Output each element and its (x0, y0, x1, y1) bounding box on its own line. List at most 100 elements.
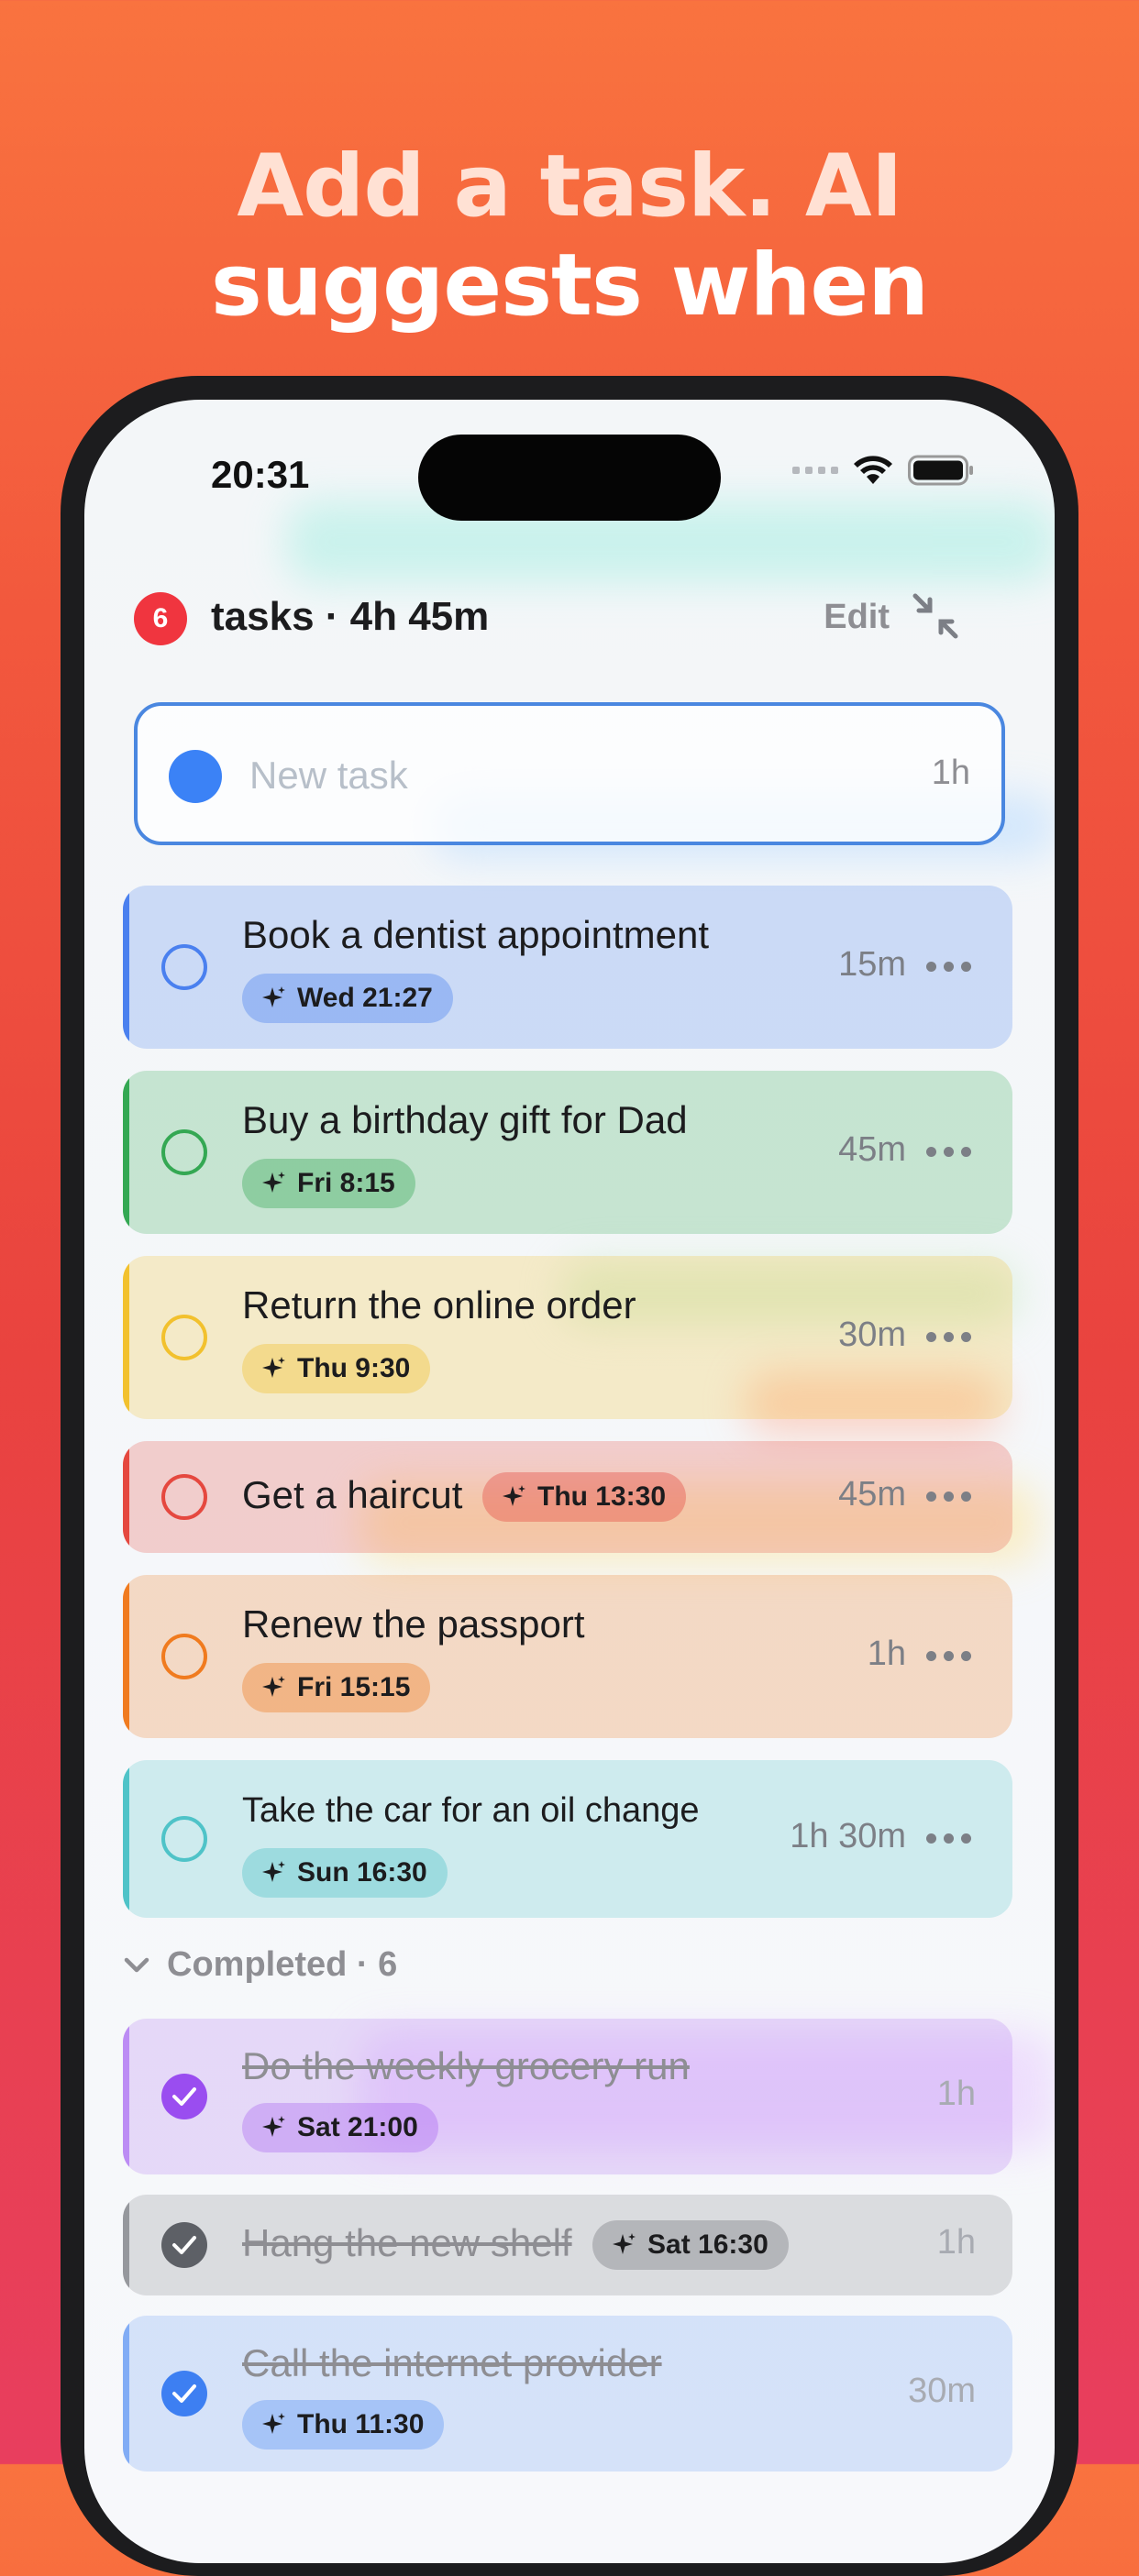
edit-button[interactable]: Edit (824, 598, 890, 637)
task-title: Do the weekly grocery run (242, 2044, 690, 2087)
status-icons (792, 455, 974, 486)
task-title: Book a dentist appointment (242, 913, 710, 956)
suggested-time: Sun 16:30 (297, 1857, 427, 1888)
sparkle-icon (262, 2116, 285, 2137)
suggested-time: Thu 13:30 (537, 1481, 667, 1512)
suggested-time-chip[interactable]: Wed 21:27 (242, 974, 453, 1023)
suggested-time-chip[interactable]: Fri 15:15 (242, 1663, 431, 1712)
task-duration[interactable]: 45m (838, 1130, 906, 1170)
task-duration[interactable]: 15m (838, 945, 906, 985)
completed-task-row[interactable]: Call the internet provider Thu 11:30 30m (123, 2316, 1012, 2471)
task-list-header: 6 tasks · 4h 45m Edit (134, 583, 1014, 647)
task-summary-title: tasks · 4h 45m (211, 594, 490, 639)
task-duration: 1h (936, 2223, 976, 2262)
checkmark-icon (172, 2384, 196, 2403)
new-task-field[interactable]: 1h (134, 702, 1005, 845)
app-screen: 20:31 6 tasks · 4h 45m Edit 1h (84, 400, 1055, 2563)
more-options-icon[interactable] (926, 1651, 976, 1669)
task-row[interactable]: Get a haircut Thu 13:30 45m (123, 1441, 1012, 1553)
more-options-icon[interactable] (926, 1492, 976, 1510)
task-duration[interactable]: 1h 30m (790, 1817, 906, 1856)
task-color-bar (123, 2316, 129, 2471)
headline-line-1: Add a task. AI (237, 137, 902, 237)
task-title: Get a haircut (242, 1473, 463, 1516)
suggested-time: Wed 21:27 (297, 983, 433, 1013)
more-options-icon[interactable] (926, 1332, 976, 1350)
sparkle-icon (262, 1172, 285, 1193)
suggested-time-chip[interactable]: Sun 16:30 (242, 1848, 448, 1898)
suggested-time: Thu 9:30 (297, 1353, 411, 1383)
task-color-bar (123, 1441, 129, 1553)
task-checkbox-checked[interactable] (161, 2371, 207, 2416)
task-checkbox[interactable] (161, 1816, 207, 1862)
suggested-time-chip[interactable]: Sat 21:00 (242, 2103, 438, 2152)
task-row[interactable]: Take the car for an oil change Sun 16:30… (123, 1760, 1012, 1918)
task-duration: 1h (936, 2075, 976, 2113)
task-checkbox-checked[interactable] (161, 2222, 207, 2268)
new-task-duration[interactable]: 1h (932, 754, 970, 793)
collapse-icon[interactable] (908, 589, 963, 644)
wifi-icon (854, 456, 892, 484)
new-task-dot-icon (169, 750, 222, 803)
task-duration[interactable]: 1h (868, 1635, 906, 1674)
task-title: Hang the new shelf (242, 2221, 572, 2264)
completed-task-row[interactable]: Hang the new shelf Sat 16:30 1h (123, 2195, 1012, 2295)
task-title: Take the car for an oil change (242, 1791, 700, 1830)
headline-line-2: suggests when (210, 236, 929, 336)
task-row[interactable]: Renew the passport Fri 15:15 1h (123, 1575, 1012, 1738)
task-row[interactable]: Return the online order Thu 9:30 30m (123, 1256, 1012, 1419)
checkmark-icon (172, 2236, 196, 2254)
suggested-time-chip[interactable]: Thu 13:30 (482, 1472, 687, 1522)
completed-task-row[interactable]: Do the weekly grocery run Sat 21:00 1h (123, 2019, 1012, 2174)
task-checkbox[interactable] (161, 1634, 207, 1679)
sparkle-icon (262, 1357, 285, 1378)
sparkle-icon (503, 1485, 525, 1506)
task-duration[interactable]: 45m (838, 1475, 906, 1514)
task-row[interactable]: Book a dentist appointment Wed 21:27 15m (123, 886, 1012, 1049)
task-color-bar (123, 886, 129, 1049)
task-count-badge: 6 (134, 592, 187, 645)
suggested-time-chip[interactable]: Thu 11:30 (242, 2400, 445, 2449)
cellular-signal-icon (792, 467, 838, 474)
task-color-bar (123, 1256, 129, 1419)
sparkle-icon (262, 1676, 285, 1697)
task-checkbox[interactable] (161, 1129, 207, 1175)
task-checkbox[interactable] (161, 944, 207, 990)
suggested-time-chip[interactable]: Fri 8:15 (242, 1159, 415, 1208)
task-title: Call the internet provider (242, 2341, 662, 2384)
more-options-icon[interactable] (926, 1147, 976, 1165)
task-color-bar (123, 1575, 129, 1738)
task-checkbox[interactable] (161, 1315, 207, 1360)
suggested-time: Fri 8:15 (297, 1168, 395, 1198)
suggested-time-chip[interactable]: Sat 16:30 (592, 2220, 789, 2270)
chevron-down-icon (124, 1957, 149, 1972)
dynamic-island (418, 435, 721, 521)
task-color-bar (123, 2195, 129, 2295)
more-options-icon[interactable] (926, 1833, 976, 1852)
suggested-time: Fri 15:15 (297, 1672, 411, 1702)
task-color-bar (123, 1071, 129, 1234)
suggested-time: Sat 16:30 (647, 2229, 769, 2260)
task-title: Return the online order (242, 1283, 636, 1327)
battery-icon (908, 455, 973, 486)
sparkle-icon (262, 2413, 285, 2434)
sparkle-icon (613, 2233, 636, 2254)
task-duration[interactable]: 30m (838, 1316, 906, 1355)
task-duration: 30m (908, 2372, 976, 2410)
task-checkbox[interactable] (161, 1474, 207, 1520)
completed-section-header[interactable]: Completed · 6 (123, 1945, 397, 1985)
headline: Add a task. AI suggests when (0, 138, 1139, 336)
sparkle-icon (262, 986, 285, 1007)
checkmark-icon (172, 2087, 196, 2106)
suggested-time: Thu 11:30 (297, 2409, 425, 2439)
completed-label: Completed · 6 (167, 1945, 398, 1984)
suggested-time: Sat 21:00 (297, 2112, 418, 2142)
status-time: 20:31 (211, 453, 310, 496)
task-color-bar (123, 1760, 129, 1918)
more-options-icon[interactable] (926, 962, 976, 980)
suggested-time-chip[interactable]: Thu 9:30 (242, 1344, 431, 1393)
task-color-bar (123, 2019, 129, 2174)
new-task-input[interactable] (248, 743, 838, 809)
task-row[interactable]: Buy a birthday gift for Dad Fri 8:15 45m (123, 1071, 1012, 1234)
task-checkbox-checked[interactable] (161, 2074, 207, 2119)
